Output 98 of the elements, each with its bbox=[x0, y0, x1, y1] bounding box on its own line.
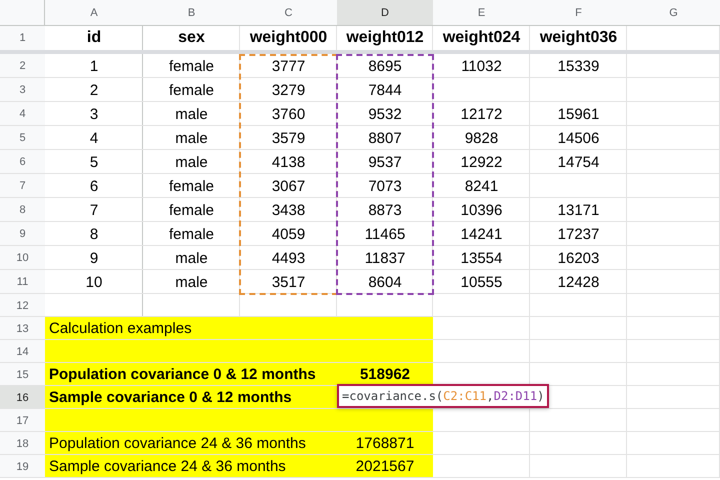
row-header[interactable]: 9 bbox=[0, 222, 45, 246]
row-header[interactable]: 14 bbox=[0, 340, 45, 363]
table-cell-text: 8604 bbox=[367, 272, 403, 292]
row-header[interactable]: 7 bbox=[0, 174, 45, 198]
table-cell-text: female bbox=[168, 200, 216, 220]
row-header[interactable]: 11 bbox=[0, 270, 45, 294]
table-cell-text: 11032 bbox=[460, 56, 503, 76]
table-cell-text: 3579 bbox=[270, 128, 306, 148]
table-cell-text: 15961 bbox=[556, 104, 600, 124]
row-header[interactable]: 18 bbox=[0, 432, 45, 455]
column-header[interactable]: E bbox=[433, 0, 530, 26]
table-cell-text: weight012 bbox=[345, 28, 425, 48]
table-cell: Population covariance 0 & 12 months bbox=[45, 363, 337, 386]
column-header[interactable]: A bbox=[45, 0, 143, 26]
table-cell-text: 11465 bbox=[364, 224, 406, 244]
table-cell-text: 6 bbox=[88, 176, 100, 196]
table-cell-text: 14506 bbox=[556, 128, 600, 148]
table-cell-text: 10396 bbox=[460, 200, 504, 220]
row-header[interactable]: 15 bbox=[0, 363, 45, 386]
table-cell-text: 14754 bbox=[556, 152, 600, 172]
table-cell-text: female bbox=[168, 80, 216, 100]
table-cell: Sample covariance 0 & 12 months bbox=[45, 386, 337, 409]
table-cell-text: 4493 bbox=[270, 248, 306, 268]
table-cell-text: 3438 bbox=[270, 200, 306, 220]
row-header[interactable]: 12 bbox=[0, 294, 45, 317]
table-cell-text: male bbox=[174, 152, 209, 172]
table-cell-text: 13171 bbox=[556, 200, 600, 220]
row-header[interactable]: 13 bbox=[0, 317, 45, 340]
table-cell-text: 15339 bbox=[556, 56, 600, 76]
table-cell-text: 7 bbox=[88, 200, 100, 220]
table-cell-text: 1 bbox=[88, 56, 100, 76]
table-cell-text: 3279 bbox=[270, 80, 306, 100]
table-cell: 2021567 bbox=[337, 455, 433, 478]
table-cell-text: 16203 bbox=[556, 248, 600, 268]
row-header[interactable]: 3 bbox=[0, 78, 45, 102]
table-cell: Calculation examples bbox=[45, 317, 337, 340]
table-cell-text: 3760 bbox=[270, 104, 306, 124]
table-cell-text: male bbox=[174, 128, 209, 148]
table-cell-text: weight000 bbox=[248, 28, 328, 48]
table-cell-text: 8695 bbox=[367, 56, 403, 76]
table-cell: 518962 bbox=[337, 363, 433, 386]
table-cell-text: 3067 bbox=[270, 176, 306, 196]
table-cell-text: id bbox=[86, 28, 102, 48]
table-cell-text: weight024 bbox=[442, 28, 522, 48]
row-header[interactable]: 5 bbox=[0, 126, 45, 150]
column-header[interactable]: F bbox=[530, 0, 627, 26]
table-cell: Population covariance 24 & 36 months bbox=[45, 432, 337, 455]
table-cell-text: 9532 bbox=[367, 104, 403, 124]
table-cell-text: 7844 bbox=[367, 80, 403, 100]
table-cell-text: 17237 bbox=[556, 224, 600, 244]
table-cell-text: 9828 bbox=[464, 128, 500, 148]
table-cell-text: 8807 bbox=[367, 128, 403, 148]
row-header[interactable]: 6 bbox=[0, 150, 45, 174]
row-header[interactable]: 17 bbox=[0, 409, 45, 432]
table-cell-text: 11837 bbox=[364, 248, 406, 268]
table-cell-text: 9 bbox=[88, 248, 100, 268]
column-header[interactable]: B bbox=[143, 0, 240, 26]
table-cell-text: 3 bbox=[88, 104, 100, 124]
table-cell-text: 14241 bbox=[460, 224, 504, 244]
table-cell-text: 9537 bbox=[367, 152, 403, 172]
table-cell-text: 8873 bbox=[367, 200, 403, 220]
table-cell-text: 7073 bbox=[367, 176, 403, 196]
table-cell-text: male bbox=[174, 272, 209, 292]
table-cell-text: 3517 bbox=[270, 272, 306, 292]
table-cell-text: 12172 bbox=[460, 104, 504, 124]
table-cell-text: 4138 bbox=[270, 152, 306, 172]
table-cell: 1768871 bbox=[337, 432, 433, 455]
table-cell-text: 2 bbox=[88, 80, 100, 100]
table-cell-text: 5 bbox=[88, 152, 100, 172]
table-cell-text: female bbox=[168, 56, 216, 76]
table-cell-text: 10555 bbox=[460, 272, 504, 292]
row-header[interactable]: 16 bbox=[0, 386, 45, 409]
table-cell-text: male bbox=[174, 104, 209, 124]
table-cell-text: sex bbox=[177, 28, 206, 48]
table-cell-text: 13554 bbox=[460, 248, 504, 268]
column-header[interactable]: C bbox=[240, 0, 337, 26]
row-header[interactable]: 19 bbox=[0, 455, 45, 478]
table-cell-text: weight036 bbox=[538, 28, 618, 48]
table-cell-text: 12428 bbox=[556, 272, 600, 292]
table-cell-text: male bbox=[174, 248, 209, 268]
row-header[interactable]: 2 bbox=[0, 54, 45, 78]
table-cell-text: 3777 bbox=[270, 56, 306, 76]
table-cell-text: 4 bbox=[88, 128, 100, 148]
corner-cell[interactable] bbox=[0, 0, 45, 26]
column-header[interactable]: G bbox=[627, 0, 720, 26]
table-cell-text: 12922 bbox=[460, 152, 504, 172]
table-cell-text: 10 bbox=[84, 272, 104, 292]
table-cell-text: female bbox=[168, 224, 216, 244]
row-header[interactable]: 10 bbox=[0, 246, 45, 270]
table-cell: Sample covariance 24 & 36 months bbox=[45, 455, 337, 478]
table-cell-text: 8241 bbox=[464, 176, 500, 196]
table-cell-text: 4059 bbox=[270, 224, 306, 244]
row-header[interactable]: 4 bbox=[0, 102, 45, 126]
column-header[interactable]: D bbox=[337, 0, 433, 26]
table-cell-text: female bbox=[168, 176, 216, 196]
formula-editor[interactable]: =covariance.s(C2:C11,D2:D11) bbox=[337, 384, 550, 408]
row-header[interactable]: 8 bbox=[0, 198, 45, 222]
table-cell-text: 8 bbox=[88, 224, 100, 244]
